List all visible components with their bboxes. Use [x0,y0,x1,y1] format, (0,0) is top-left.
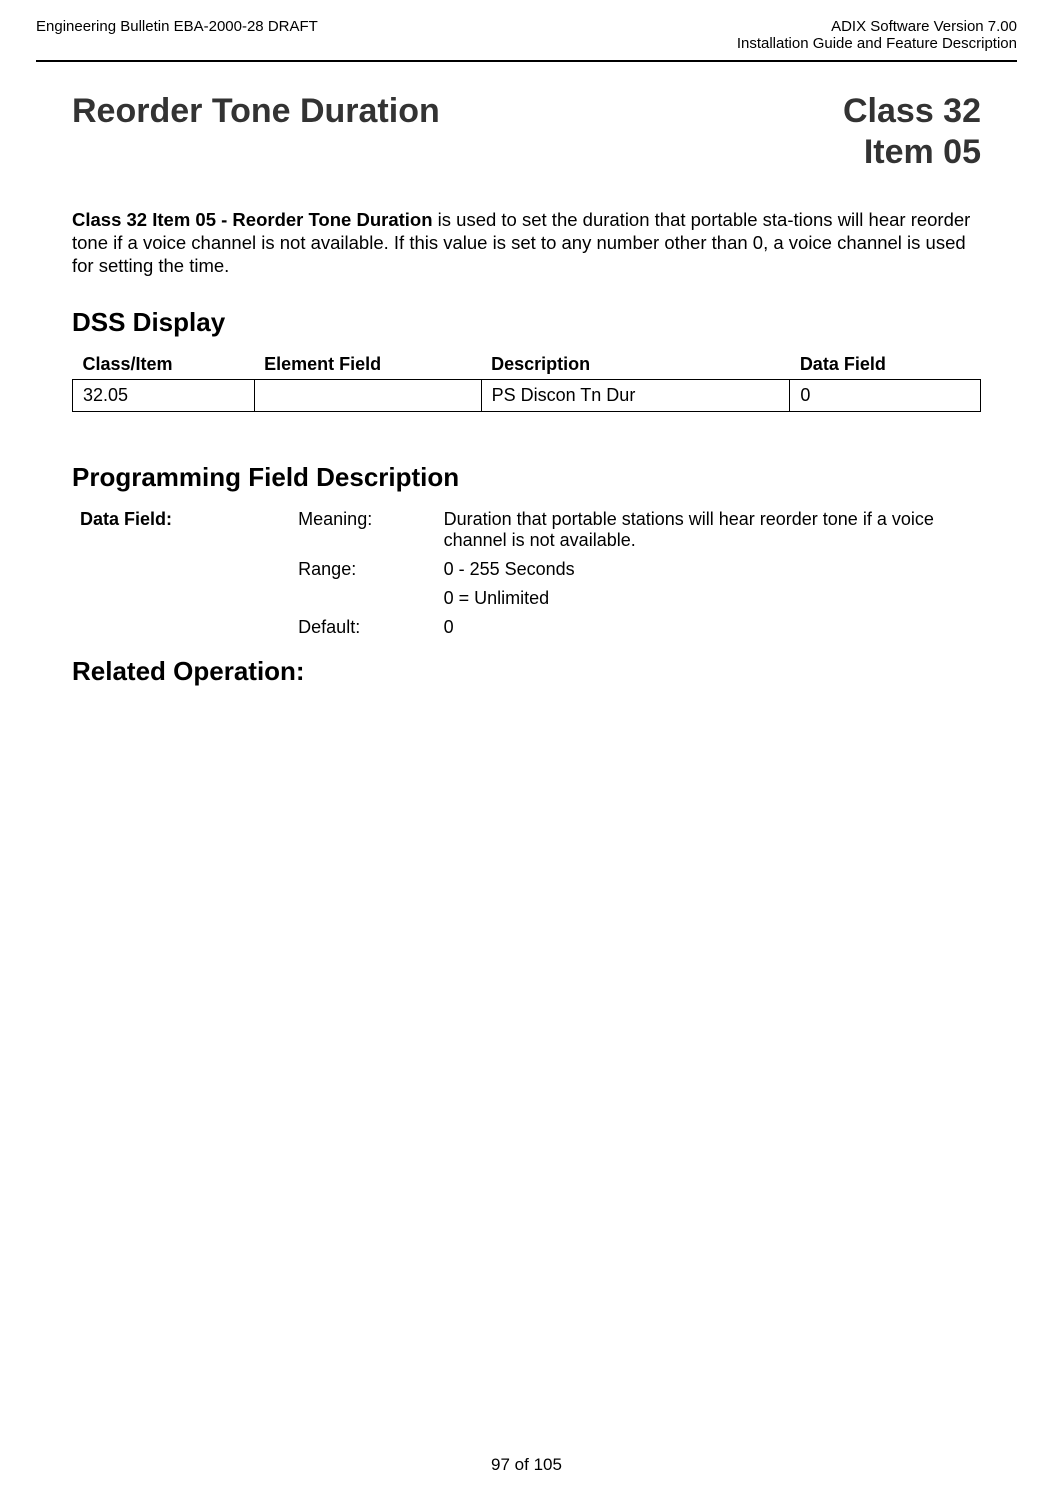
pfd-empty-label [72,555,290,584]
related-operation-heading: Related Operation: [72,656,981,687]
header-right-line1: ADIX Software Version 7.00 [737,18,1017,35]
dss-header-datafield: Data Field [790,350,981,380]
item-number: Item 05 [72,133,981,172]
dss-header-classitem: Class/Item [73,350,255,380]
header-right-line2: Installation Guide and Feature Descripti… [737,35,1017,52]
pfd-range-note-key [290,584,435,613]
dss-header-element: Element Field [254,350,481,380]
dss-header-row: Class/Item Element Field Description Dat… [73,350,981,380]
dss-cell-element [254,380,481,412]
intro-paragraph: Class 32 Item 05 - Reorder Tone Duration… [72,208,981,277]
class-number: Class 32 [843,92,981,131]
page-title: Reorder Tone Duration [72,92,440,131]
table-row: 0 = Unlimited [72,584,981,613]
table-row: Range: 0 - 255 Seconds [72,555,981,584]
pfd-meaning-value: Duration that portable stations will hea… [436,505,981,555]
table-row: 32.05 PS Discon Tn Dur 0 [73,380,981,412]
pfd-default-value: 0 [436,613,981,642]
pfd-empty-label [72,613,290,642]
page-number: 97 of 105 [491,1455,562,1474]
dss-cell-datafield: 0 [790,380,981,412]
pfd-default-key: Default: [290,613,435,642]
dss-header-description: Description [481,350,790,380]
content-area: Reorder Tone Duration Class 32 Item 05 C… [0,62,1053,687]
dss-cell-description: PS Discon Tn Dur [481,380,790,412]
dss-cell-classitem: 32.05 [73,380,255,412]
table-row: Default: 0 [72,613,981,642]
dss-display-heading: DSS Display [72,307,981,338]
pfd-data-field-label: Data Field: [72,505,290,555]
intro-bold-text: Class 32 Item 05 - Reorder Tone Duration [72,209,433,230]
pfd-meaning-key: Meaning: [290,505,435,555]
table-row: Data Field: Meaning: Duration that porta… [72,505,981,555]
pfd-table: Data Field: Meaning: Duration that porta… [72,505,981,642]
title-row: Reorder Tone Duration Class 32 [72,92,981,131]
dss-table: Class/Item Element Field Description Dat… [72,350,981,412]
page-header: Engineering Bulletin EBA-2000-28 DRAFT A… [0,0,1053,60]
pfd-range-value: 0 - 255 Seconds [436,555,981,584]
pfd-empty-label [72,584,290,613]
pfd-range-note-value: 0 = Unlimited [436,584,981,613]
page-footer: 97 of 105 [0,1455,1053,1475]
header-left-text: Engineering Bulletin EBA-2000-28 DRAFT [36,18,318,35]
header-right-block: ADIX Software Version 7.00 Installation … [737,18,1017,52]
pfd-range-key: Range: [290,555,435,584]
pfd-heading: Programming Field Description [72,462,981,493]
